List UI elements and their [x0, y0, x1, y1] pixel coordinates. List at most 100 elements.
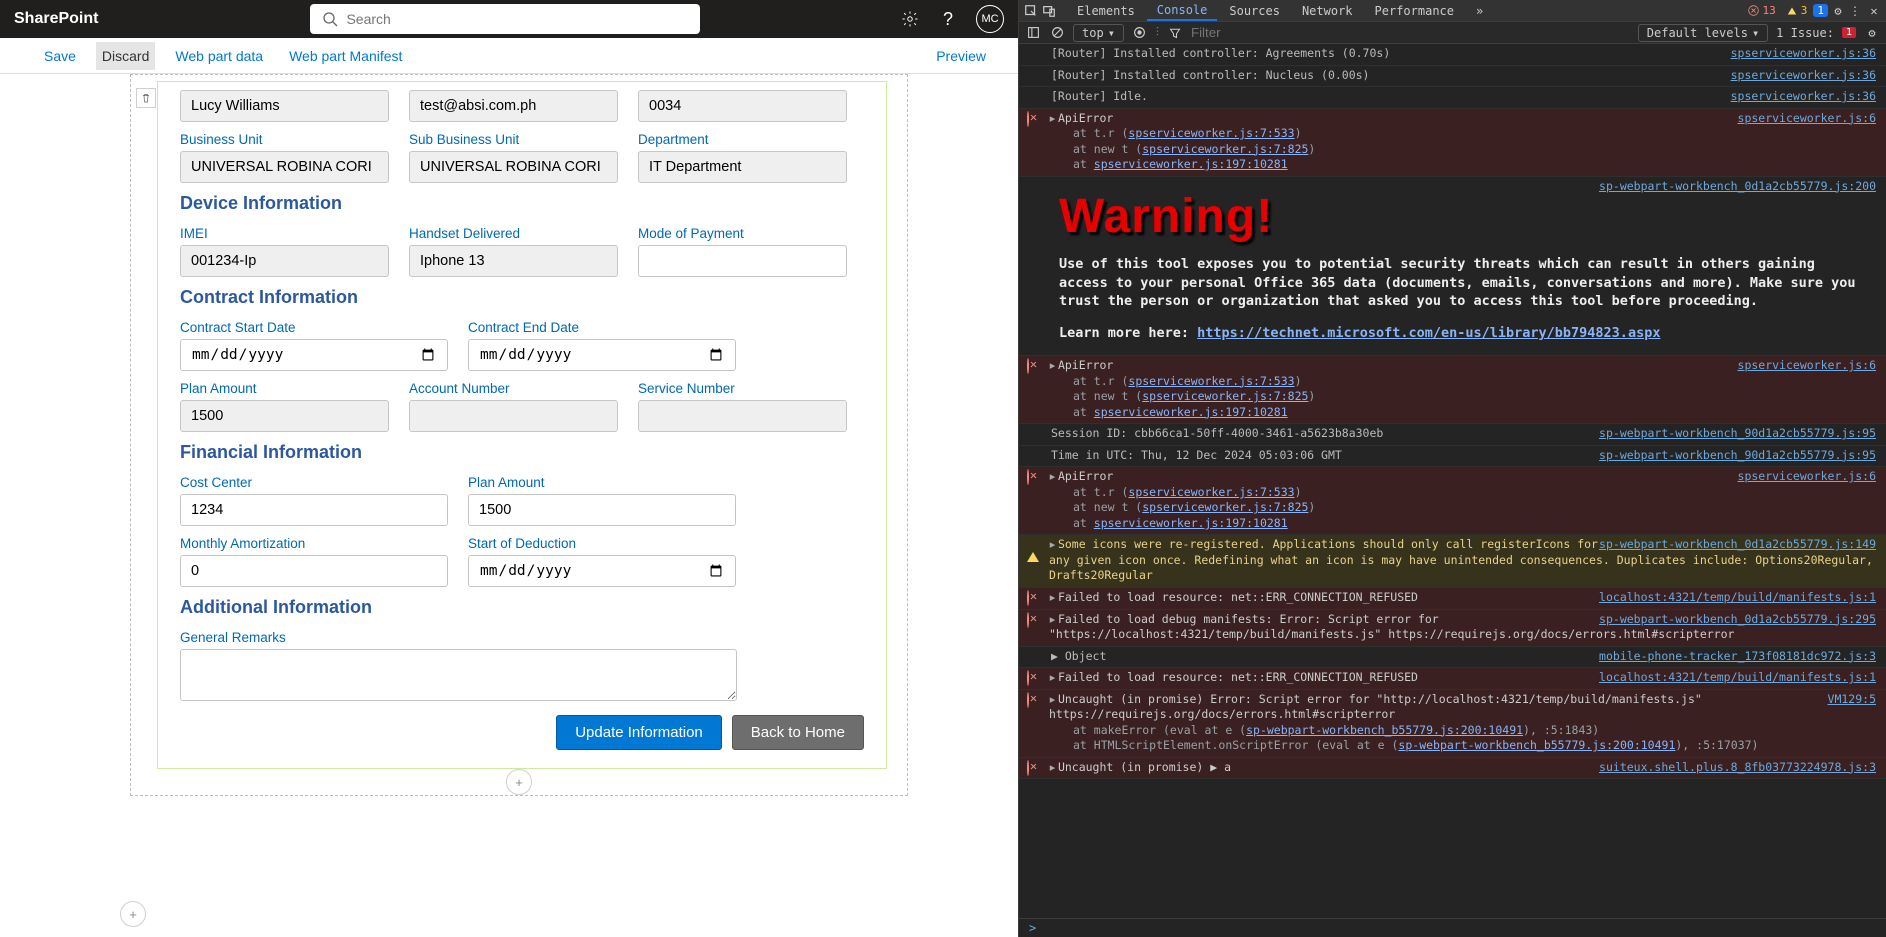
console-log-entry: localhost:4321/temp/build/manifests.js:1…	[1019, 668, 1886, 690]
add-webpart-button[interactable]: +	[506, 769, 532, 795]
console-prompt[interactable]: >	[1019, 918, 1886, 937]
console-sidebar-icon[interactable]	[1025, 25, 1041, 41]
webpart-card: Business Unit Sub Business Unit Departme…	[157, 81, 887, 769]
delete-icon[interactable]	[136, 88, 156, 108]
issues-label: 1 Issue:	[1776, 26, 1834, 40]
log-source-link[interactable]: spserviceworker.js:6	[1738, 111, 1876, 127]
contract-info-heading: Contract Information	[180, 287, 864, 308]
add-section-button[interactable]: +	[120, 901, 146, 927]
employee-name-field	[180, 90, 389, 122]
log-source-link[interactable]: sp-webpart-workbench_0d1a2cb55779.js:295	[1599, 612, 1876, 628]
monthly-amortization-field[interactable]	[180, 555, 448, 587]
live-expression-icon[interactable]	[1132, 25, 1148, 41]
start-deduction-label: Start of Deduction	[468, 536, 736, 551]
update-information-button[interactable]: Update Information	[556, 715, 722, 750]
webpart-manifest-button[interactable]: Web part Manifest	[283, 42, 408, 70]
error-count-badge[interactable]: 13	[1743, 4, 1780, 17]
business-unit-field	[180, 151, 389, 183]
warning-learn-more-link[interactable]: https://technet.microsoft.com/en-us/libr…	[1197, 325, 1660, 341]
start-deduction-field[interactable]	[468, 555, 736, 587]
issues-badge[interactable]: 1	[1842, 27, 1856, 38]
sharepoint-header: SharePoint ? MC	[0, 0, 1018, 38]
console-log-entry: suiteux.shell.plus.8_8fb03773224978.js:3…	[1019, 758, 1886, 780]
console-log-entry: VM129:5▶Uncaught (in promise) Error: Scr…	[1019, 690, 1886, 758]
console-log-entry: sp-webpart-workbench_90d1a2cb55779.js:95…	[1019, 424, 1886, 446]
log-levels-selector[interactable]: Default levels ▾	[1638, 24, 1768, 42]
info-count-badge[interactable]: 1	[1813, 4, 1828, 17]
log-source-link[interactable]: spserviceworker.js:36	[1731, 89, 1876, 105]
device-toggle-icon[interactable]	[1041, 3, 1057, 19]
console-log-entry: mobile-phone-tracker_173f08181dc972.js:3…	[1019, 647, 1886, 669]
console-warning-title: Warning!	[1059, 185, 1866, 250]
console-output[interactable]: spserviceworker.js:36[Router] Installed …	[1019, 44, 1886, 918]
inspect-icon[interactable]	[1023, 3, 1039, 19]
contract-start-label: Contract Start Date	[180, 320, 448, 335]
log-source-link[interactable]: sp-webpart-workbench_90d1a2cb55779.js:95	[1599, 448, 1876, 464]
plan-amount-fin-field[interactable]	[468, 494, 736, 526]
save-button[interactable]: Save	[38, 42, 82, 70]
tab-console[interactable]: Console	[1147, 1, 1218, 21]
additional-info-heading: Additional Information	[180, 597, 864, 618]
general-remarks-label: General Remarks	[180, 630, 737, 645]
devtools-settings-icon[interactable]: ⚙	[1830, 3, 1846, 19]
device-info-heading: Device Information	[180, 193, 864, 214]
plan-amount-field	[180, 400, 389, 432]
webpart-data-button[interactable]: Web part data	[169, 42, 269, 70]
contract-start-field[interactable]	[180, 339, 448, 371]
search-icon	[322, 11, 338, 27]
imei-label: IMEI	[180, 226, 389, 241]
console-log-entry: sp-webpart-workbench_0d1a2cb55779.js:295…	[1019, 610, 1886, 647]
context-selector[interactable]: top ▾	[1073, 24, 1124, 42]
webpart-zone: ⠿ Business Unit Sub Bus	[130, 74, 908, 796]
back-to-home-button[interactable]: Back to Home	[732, 715, 864, 750]
devtools-panel: Elements Console Sources Network Perform…	[1018, 0, 1886, 937]
workbench-toolbar: Save Discard Web part data Web part Mani…	[0, 38, 1018, 74]
settings-icon[interactable]	[900, 9, 920, 29]
tab-sources[interactable]: Sources	[1219, 2, 1290, 20]
console-log-entry: spserviceworker.js:36[Router] Installed …	[1019, 44, 1886, 66]
log-source-link[interactable]: sp-webpart-workbench_0d1a2cb55779.js:200	[1599, 179, 1876, 195]
user-avatar[interactable]: MC	[976, 5, 1004, 33]
help-icon[interactable]: ?	[938, 9, 958, 29]
log-source-link[interactable]: localhost:4321/temp/build/manifests.js:1	[1599, 670, 1876, 686]
tab-network[interactable]: Network	[1292, 2, 1363, 20]
monthly-amortization-label: Monthly Amortization	[180, 536, 448, 551]
log-source-link[interactable]: sp-webpart-workbench_90d1a2cb55779.js:95	[1599, 426, 1876, 442]
preview-button[interactable]: Preview	[930, 42, 992, 70]
clear-console-icon[interactable]	[1049, 25, 1065, 41]
log-source-link[interactable]: spserviceworker.js:6	[1738, 469, 1876, 485]
mode-of-payment-field[interactable]	[638, 245, 847, 277]
console-filter-input[interactable]	[1191, 25, 1630, 40]
devtools-menu-icon[interactable]: ⋮	[1848, 3, 1864, 19]
general-remarks-field[interactable]	[180, 649, 737, 701]
log-source-link[interactable]: spserviceworker.js:6	[1738, 358, 1876, 374]
log-source-link[interactable]: VM129:5	[1828, 692, 1876, 708]
cost-center-field[interactable]	[180, 494, 448, 526]
discard-button[interactable]: Discard	[96, 42, 155, 70]
cost-center-label: Cost Center	[180, 475, 448, 490]
console-log-entry: spserviceworker.js:6▶ApiErrorat t.r (sps…	[1019, 356, 1886, 424]
search-input[interactable]	[346, 11, 688, 27]
log-source-link[interactable]: spserviceworker.js:36	[1731, 46, 1876, 62]
tab-performance[interactable]: Performance	[1365, 2, 1464, 20]
log-source-link[interactable]: sp-webpart-workbench_0d1a2cb55779.js:149	[1599, 537, 1876, 553]
console-log-entry: sp-webpart-workbench_90d1a2cb55779.js:95…	[1019, 446, 1886, 468]
console-log-entry: spserviceworker.js:6▶ApiErrorat t.r (sps…	[1019, 109, 1886, 177]
tab-elements[interactable]: Elements	[1067, 2, 1145, 20]
contract-end-field[interactable]	[468, 339, 736, 371]
devtools-close-icon[interactable]: ✕	[1866, 3, 1882, 19]
department-label: Department	[638, 132, 847, 147]
tab-more[interactable]: »	[1466, 2, 1493, 20]
mode-of-payment-label: Mode of Payment	[638, 226, 847, 241]
warning-count-badge[interactable]: 3	[1782, 4, 1812, 17]
log-source-link[interactable]: suiteux.shell.plus.8_8fb03773224978.js:3	[1599, 760, 1876, 776]
handset-label: Handset Delivered	[409, 226, 618, 241]
account-number-label: Account Number	[409, 381, 618, 396]
log-source-link[interactable]: localhost:4321/temp/build/manifests.js:1	[1599, 590, 1876, 606]
log-source-link[interactable]: spserviceworker.js:36	[1731, 68, 1876, 84]
sharepoint-logo: SharePoint	[14, 10, 98, 28]
search-box[interactable]	[310, 4, 700, 34]
log-source-link[interactable]: mobile-phone-tracker_173f08181dc972.js:3	[1599, 649, 1876, 665]
plan-amount-label: Plan Amount	[180, 381, 389, 396]
console-settings-icon[interactable]: ⚙	[1864, 25, 1880, 41]
